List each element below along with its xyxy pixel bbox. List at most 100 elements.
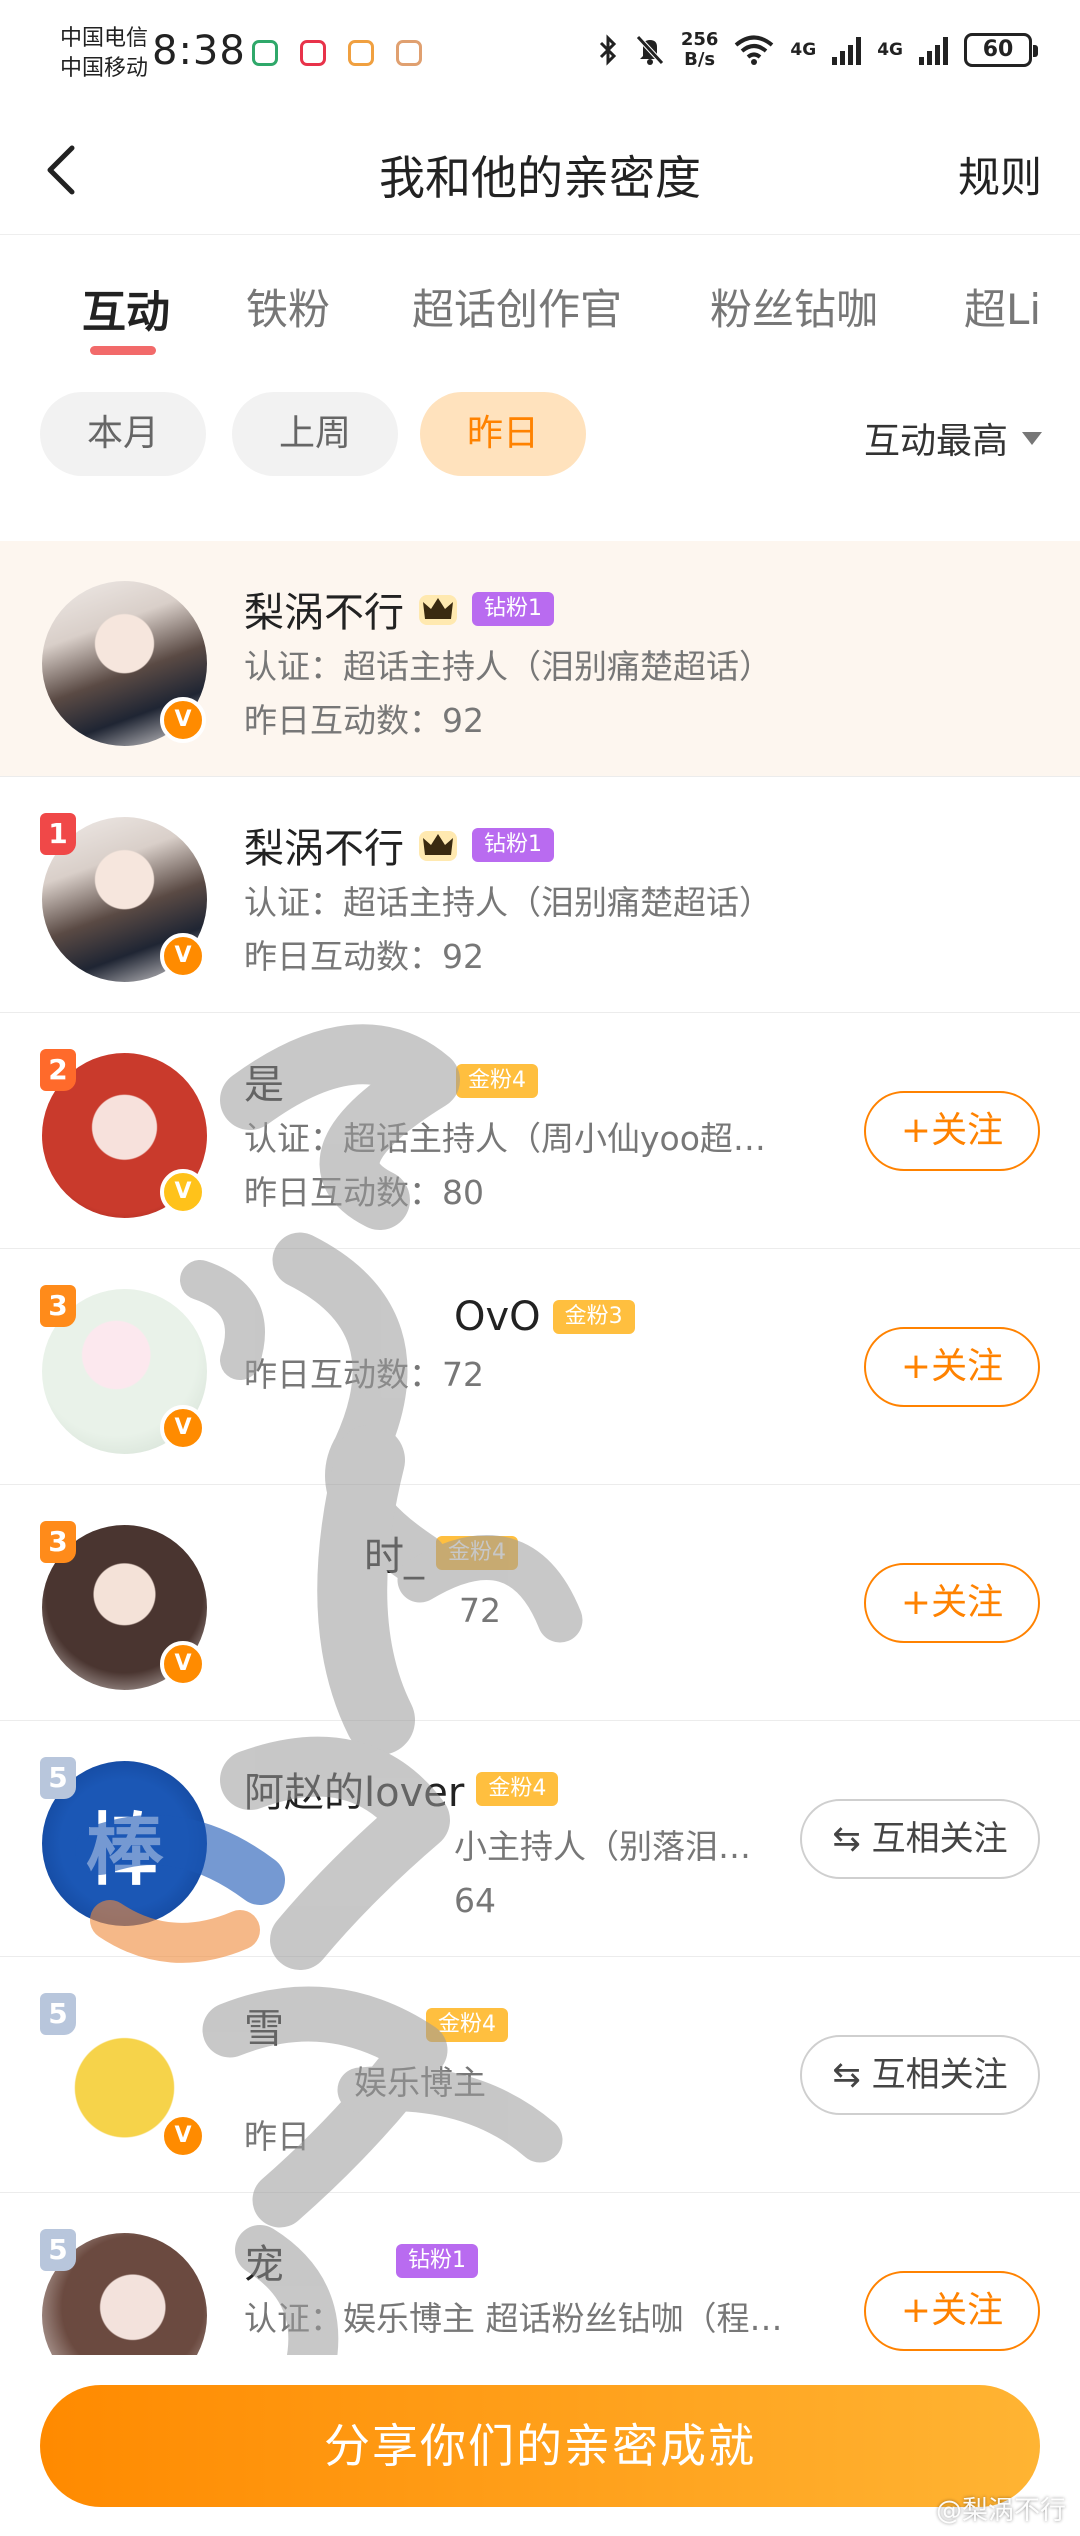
rank-badge: 5 (40, 1993, 76, 2035)
certification-text: 认证：超话主持人（周小仙yoo超… (244, 1119, 766, 1158)
mutual-follow-button[interactable]: ⇆ 互相关注 (800, 1799, 1040, 1879)
verified-badge-icon: V (160, 1641, 206, 1687)
bluetooth-icon (599, 34, 616, 66)
verified-badge-icon: V (160, 1169, 206, 1215)
carrier-2: 中国移动 (60, 56, 149, 81)
fan-level-badge: 钻粉1 (472, 592, 554, 626)
list-item[interactable]: 3 V OvO 金粉3 昨日互动数：72 +关注 (0, 1249, 1080, 1485)
clock: 8:38 (152, 28, 246, 74)
mute-bell-icon (635, 35, 664, 65)
interaction-count: 72 (459, 1591, 501, 1630)
follow-button[interactable]: +关注 (864, 1091, 1040, 1171)
rank-badge: 5 (40, 2229, 76, 2271)
sort-dropdown[interactable]: 互动最高 (864, 412, 1042, 464)
rank-badge: 3 (40, 1521, 76, 1563)
interaction-count: 64 (454, 1881, 496, 1920)
self-row[interactable]: V 梨涡不行 钻粉1 认证：超话主持人（泪别痛楚超话） 昨日互动数：92 (0, 541, 1080, 777)
nickname[interactable]: 时_ (364, 1524, 424, 1582)
mutual-follow-label: 互相关注 (871, 2055, 1008, 2095)
nav-bar: 我和他的亲密度 规则 (0, 110, 1080, 235)
mutual-follow-label: 互相关注 (871, 1819, 1008, 1859)
swap-arrows-icon: ⇆ (832, 1819, 872, 1859)
certification-text: 认证：超话主持人（泪别痛楚超话） (244, 647, 772, 686)
interaction-count: 昨日 (244, 2117, 310, 2156)
list-item[interactable]: 2 V 是 金粉4 认证：超话主持人（周小仙yoo超… 昨日互动数：80 +关注 (0, 1013, 1080, 1249)
tab-super-more[interactable]: 超Li (964, 276, 1041, 337)
tab-interaction[interactable]: 互动 (82, 276, 170, 340)
tab-fan-diamond[interactable]: 粉丝钻咖 (710, 276, 878, 337)
verified-badge-icon: V (160, 697, 206, 743)
rank-badge: 1 (40, 813, 76, 855)
app-notification-icon (396, 40, 422, 66)
cell-type-1: 4G (790, 40, 817, 60)
filter-this-month[interactable]: 本月 (40, 392, 206, 476)
filter-last-week[interactable]: 上周 (232, 392, 398, 476)
tab-bar: 互动 铁粉 超话创作官 粉丝钻咖 超Li (0, 236, 1080, 376)
list-item[interactable]: 棒 5 阿赵的lover 金粉4 小主持人（别落泪… 64 ⇆ 互相关注 (0, 1721, 1080, 1957)
app-notification-icon (300, 40, 326, 66)
swap-arrows-icon: ⇆ (832, 2055, 872, 2095)
follow-button[interactable]: +关注 (864, 2271, 1040, 2351)
fan-level-badge: 金粉4 (456, 1064, 538, 1098)
sort-label: 互动最高 (863, 421, 1008, 462)
cell-type-2: 4G (877, 40, 903, 60)
wifi-icon (735, 35, 774, 65)
interaction-count: 昨日互动数：72 (244, 1355, 484, 1394)
verified-badge-icon: V (160, 1405, 206, 1451)
battery-icon: 60 (964, 33, 1038, 67)
interaction-count: 昨日互动数：92 (244, 701, 484, 740)
caret-down-icon (1022, 431, 1042, 445)
net-speed-unit: B/s (684, 49, 716, 70)
nickname[interactable]: 阿赵的lover (244, 1760, 464, 1818)
nickname[interactable]: 是 (244, 1052, 284, 1110)
net-speed: 256 B/s (681, 30, 719, 70)
crown-icon (419, 595, 457, 625)
net-speed-value: 256 (680, 29, 719, 50)
list-item[interactable]: 5 V 雪 金粉4 娱乐博主 昨日 ⇆ 互相关注 (0, 1957, 1080, 2193)
fan-level-badge: 金粉4 (476, 1772, 559, 1806)
follow-button[interactable]: +关注 (864, 1327, 1040, 1407)
tab-supertopic-creator[interactable]: 超话创作官 (412, 276, 622, 337)
bottom-area: 分享你们的亲密成就 (0, 2355, 1080, 2536)
rank-badge: 2 (40, 1049, 76, 1091)
rank-badge: 3 (40, 1285, 76, 1327)
verified-badge-icon: V (160, 2113, 206, 2159)
status-bar: 中国电信 中国移动 8:38 256 B/s 4G 4G 60 (0, 0, 1080, 110)
signal-bars-icon (919, 35, 948, 65)
fan-level-badge: 金粉3 (552, 1300, 635, 1334)
active-tab-indicator (90, 346, 156, 355)
list-item[interactable]: 3 V 时_ 金粉4 72 +关注 (0, 1485, 1080, 1721)
verified-badge-icon: V (160, 933, 206, 979)
nickname[interactable]: 宠 (244, 2232, 284, 2290)
interaction-count: 昨日互动数：80 (244, 1173, 484, 1212)
fan-level-badge: 钻粉1 (472, 828, 554, 862)
nickname[interactable]: 梨涡不行 (244, 580, 404, 638)
intimacy-list: V 梨涡不行 钻粉1 认证：超话主持人（泪别痛楚超话） 昨日互动数：92 1 V… (0, 541, 1080, 2429)
time-filter-bar: 本月 上周 昨日 互动最高 (0, 376, 1080, 496)
nickname[interactable]: 梨涡不行 (244, 816, 404, 874)
weibo-watermark: @梨涡不行 (935, 2496, 1066, 2526)
interaction-count: 昨日互动数：92 (244, 937, 484, 976)
share-achievement-button[interactable]: 分享你们的亲密成就 (40, 2385, 1040, 2507)
status-icons: 256 B/s 4G 4G 60 (597, 30, 1038, 70)
page-title: 我和他的亲密度 (379, 151, 701, 205)
rank-badge: 5 (40, 1757, 76, 1799)
carrier-1: 中国电信 (60, 26, 149, 51)
certification-text: 认证：娱乐博主 超话粉丝钻咖（程… (244, 2299, 783, 2338)
fan-level-badge: 金粉4 (436, 1536, 518, 1570)
certification-text: 小主持人（别落泪… (454, 1827, 751, 1866)
nickname[interactable]: 雪 (244, 1996, 284, 2054)
tab-iron-fans[interactable]: 铁粉 (246, 276, 330, 337)
crown-icon (419, 831, 457, 861)
filter-yesterday[interactable]: 昨日 (420, 392, 586, 476)
follow-button[interactable]: +关注 (864, 1563, 1040, 1643)
certification-text: 认证：超话主持人（泪别痛楚超话） (244, 883, 772, 922)
fan-level-badge: 钻粉1 (396, 2244, 478, 2278)
nickname[interactable]: OvO (454, 1294, 541, 1340)
list-item[interactable]: 1 V 梨涡不行 钻粉1 认证：超话主持人（泪别痛楚超话） 昨日互动数：92 (0, 777, 1080, 1013)
mutual-follow-button[interactable]: ⇆ 互相关注 (800, 2035, 1040, 2115)
notification-icons (252, 40, 422, 66)
app-notification-icon (252, 40, 278, 66)
carrier-labels: 中国电信 中国移动 (60, 24, 148, 84)
rules-link[interactable]: 规则 (958, 144, 1042, 205)
